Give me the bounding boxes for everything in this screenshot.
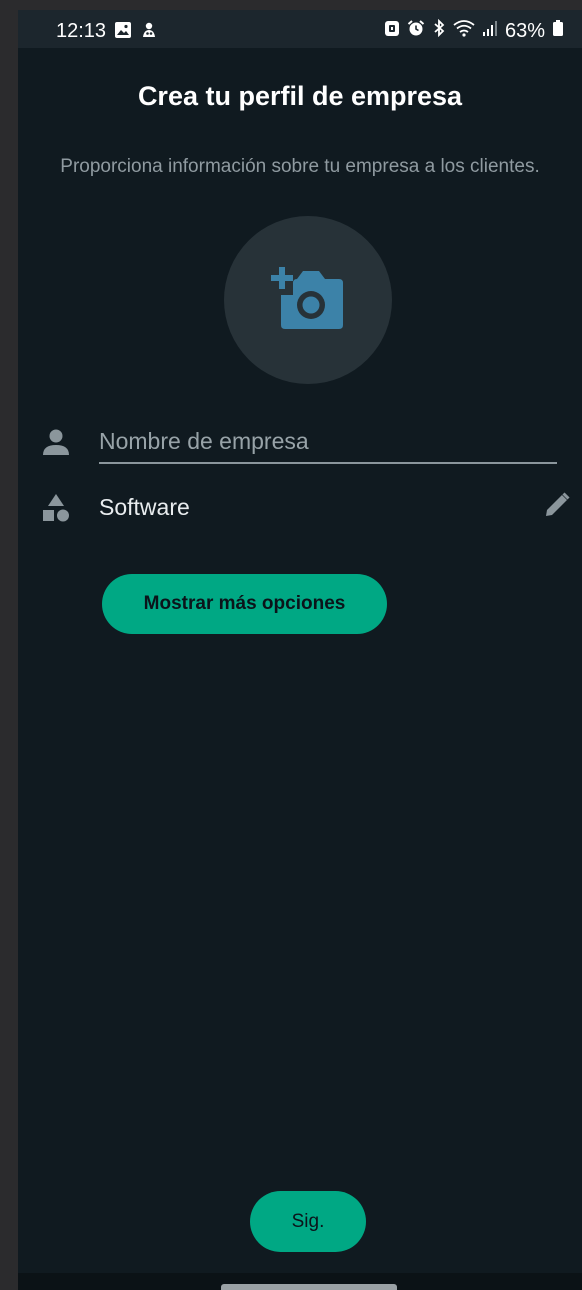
status-time: 12:13 <box>56 20 107 42</box>
edit-category-button[interactable] <box>540 490 574 524</box>
pencil-icon <box>543 491 571 524</box>
device-frame: 12:13 63% Crea tu perfil de empresa Prop… <box>0 0 582 1290</box>
app-screen: 12:13 63% Crea tu perfil de empresa Prop… <box>18 10 582 1290</box>
person-icon <box>40 426 72 458</box>
add-photo-icon <box>271 265 345 336</box>
bluetooth-icon <box>432 18 446 43</box>
category-shapes-icon <box>40 492 72 524</box>
battery-level: 63% <box>504 20 545 42</box>
business-name-input[interactable] <box>99 422 557 460</box>
show-more-options-button[interactable]: Mostrar más opciones <box>102 574 387 634</box>
gallery-icon <box>114 21 132 44</box>
home-indicator[interactable] <box>221 1284 397 1290</box>
next-button[interactable]: Sig. <box>250 1191 366 1252</box>
business-name-field <box>99 422 557 464</box>
status-right-icons: 63% <box>384 18 564 43</box>
status-bar: 12:13 63% <box>18 10 582 48</box>
signal-icon <box>482 19 498 43</box>
page-title: Crea tu perfil de empresa <box>137 81 463 111</box>
business-category[interactable]: Software <box>99 492 190 522</box>
status-left-icons <box>114 21 158 44</box>
profile-photo-picker[interactable] <box>224 216 392 384</box>
wifi-icon <box>453 19 475 43</box>
lock-icon <box>384 19 400 43</box>
alarm-icon <box>407 19 425 43</box>
page-subtitle: Proporciona información sobre tu empresa… <box>60 156 540 177</box>
battery-icon <box>552 19 564 43</box>
app-notification-icon <box>140 21 158 44</box>
